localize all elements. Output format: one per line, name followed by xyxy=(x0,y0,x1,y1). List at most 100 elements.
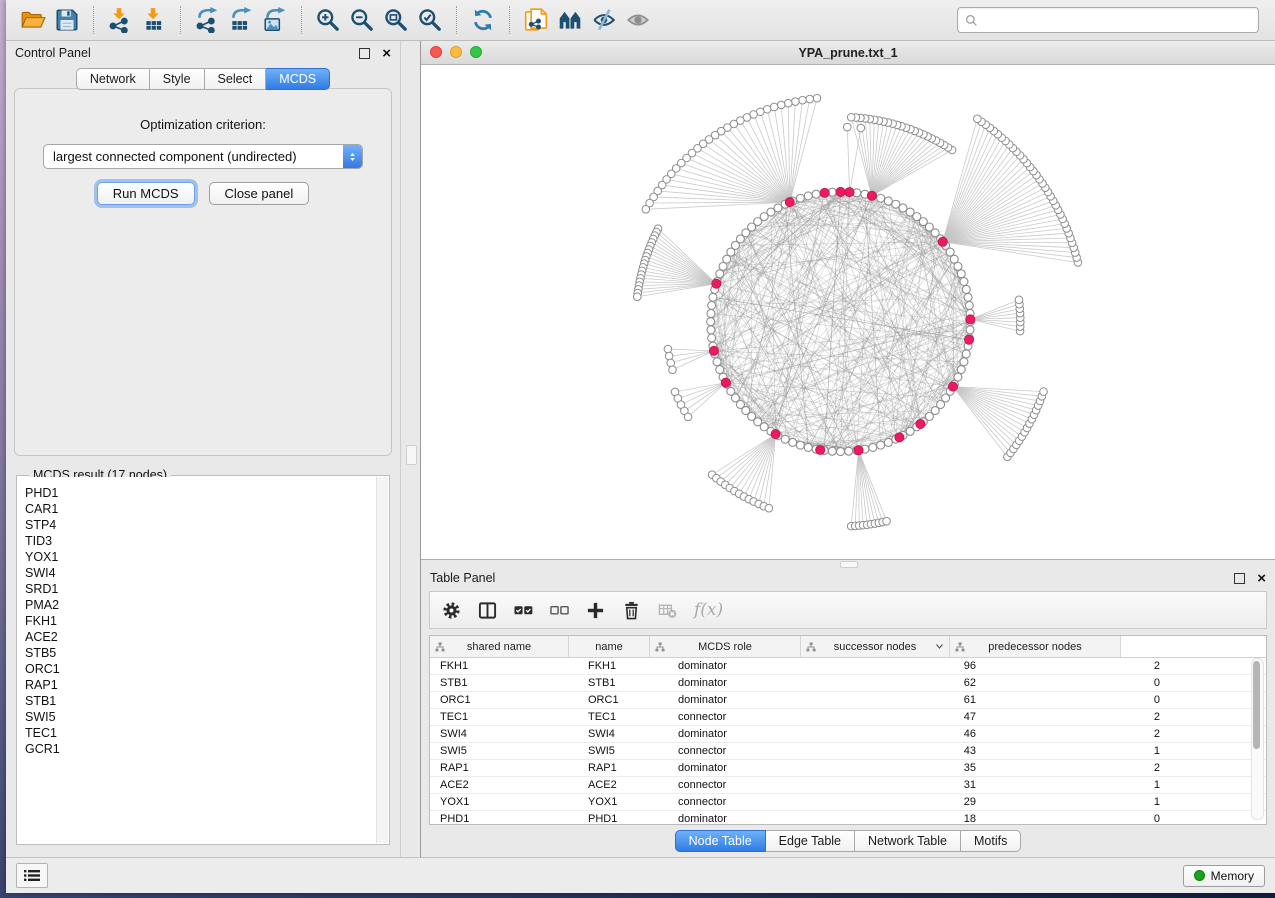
tab-select[interactable]: Select xyxy=(205,68,267,90)
scrollbar-thumb[interactable] xyxy=(1253,661,1260,749)
table-cell[interactable]: SWI4 xyxy=(430,726,578,742)
table-cell[interactable]: 1 xyxy=(990,743,1174,759)
zoom-in-button[interactable] xyxy=(311,4,345,36)
table-cell[interactable]: 0 xyxy=(990,692,1174,708)
table-cell[interactable]: 47 xyxy=(828,709,990,725)
table-cell[interactable]: YOX1 xyxy=(430,794,578,810)
column-header-shared-name[interactable]: shared name xyxy=(430,636,569,657)
refresh-button[interactable] xyxy=(466,4,500,36)
splitter-handle[interactable] xyxy=(406,445,417,465)
search-input[interactable] xyxy=(983,12,1252,28)
table-cell[interactable]: SWI5 xyxy=(578,743,668,759)
table-row[interactable]: FKH1FKH1dominator962 xyxy=(430,658,1266,675)
table-cell[interactable]: dominator xyxy=(668,658,828,674)
hide-selected-button[interactable] xyxy=(587,4,621,36)
horizontal-splitter[interactable] xyxy=(421,559,1275,567)
table-cell[interactable]: ACE2 xyxy=(578,777,668,793)
column-header-MCDS-role[interactable]: MCDS role xyxy=(650,636,801,657)
open-file-button[interactable] xyxy=(16,4,50,36)
table-cell[interactable]: TEC1 xyxy=(578,709,668,725)
table-cell[interactable]: ORC1 xyxy=(578,692,668,708)
table-cell[interactable]: connector xyxy=(668,794,828,810)
import-network-button[interactable] xyxy=(103,4,137,36)
table-row[interactable]: PHD1PHD1dominator180 xyxy=(430,811,1266,824)
tab-network-table[interactable]: Network Table xyxy=(855,830,961,852)
table-cell[interactable]: dominator xyxy=(668,692,828,708)
vertical-splitter[interactable] xyxy=(401,41,421,857)
table-cell[interactable]: PHD1 xyxy=(430,811,578,824)
columns-button[interactable] xyxy=(478,601,497,620)
network-graph[interactable] xyxy=(421,65,1275,559)
table-cell[interactable]: RAP1 xyxy=(578,760,668,776)
mcds-result-item[interactable]: ORC1 xyxy=(25,661,388,677)
table-row[interactable]: SWI4SWI4dominator462 xyxy=(430,726,1266,743)
table-cell[interactable]: 2 xyxy=(990,726,1174,742)
float-panel-icon[interactable] xyxy=(1234,573,1245,584)
tab-node-table[interactable]: Node Table xyxy=(675,830,766,852)
node-table[interactable]: shared namenameMCDS rolesuccessor nodesp… xyxy=(429,635,1267,825)
mcds-result-list[interactable]: PHD1CAR1STP4TID3YOX1SWI4SRD1PMA2FKH1ACE2… xyxy=(18,477,388,843)
table-cell[interactable]: 29 xyxy=(828,794,990,810)
mcds-result-item[interactable]: STP4 xyxy=(25,517,388,533)
table-scrollbar[interactable] xyxy=(1251,658,1264,820)
column-header-predecessor-nodes[interactable]: predecessor nodes xyxy=(950,636,1121,657)
mcds-result-item[interactable]: STB5 xyxy=(25,645,388,661)
table-cell[interactable]: 0 xyxy=(990,811,1174,824)
table-cell[interactable]: SWI5 xyxy=(430,743,578,759)
table-cell[interactable]: STB1 xyxy=(430,675,578,691)
export-image-button[interactable] xyxy=(258,4,292,36)
deselect-all-button[interactable] xyxy=(550,601,569,620)
table-cell[interactable]: connector xyxy=(668,777,828,793)
table-cell[interactable]: connector xyxy=(668,709,828,725)
table-cell[interactable]: STB1 xyxy=(578,675,668,691)
column-header-successor-nodes[interactable]: successor nodes xyxy=(801,636,950,657)
mcds-result-item[interactable]: TID3 xyxy=(25,533,388,549)
import-table-button[interactable] xyxy=(137,4,171,36)
table-row[interactable]: ORC1ORC1dominator610 xyxy=(430,692,1266,709)
run-mcds-button[interactable]: Run MCDS xyxy=(97,182,195,205)
network-canvas[interactable] xyxy=(421,65,1275,559)
mcds-result-item[interactable]: CAR1 xyxy=(25,501,388,517)
table-cell[interactable]: PHD1 xyxy=(578,811,668,824)
zoom-out-button[interactable] xyxy=(345,4,379,36)
memory-button[interactable]: Memory xyxy=(1183,865,1265,887)
mcds-result-item[interactable]: PHD1 xyxy=(25,485,388,501)
table-cell[interactable]: 31 xyxy=(828,777,990,793)
close-panel-icon[interactable]: × xyxy=(1257,571,1266,586)
tab-mcds[interactable]: MCDS xyxy=(266,68,330,90)
optimization-criterion-select[interactable]: largest connected component (undirected) xyxy=(43,144,363,169)
table-cell[interactable]: FKH1 xyxy=(578,658,668,674)
table-row[interactable]: YOX1YOX1connector291 xyxy=(430,794,1266,811)
table-cell[interactable]: 35 xyxy=(828,760,990,776)
table-cell[interactable]: dominator xyxy=(668,675,828,691)
window-maximize-icon[interactable] xyxy=(470,46,482,58)
close-panel-button[interactable]: Close panel xyxy=(209,182,310,205)
mcds-result-item[interactable]: GCR1 xyxy=(25,741,388,757)
table-row[interactable]: ACE2ACE2connector311 xyxy=(430,777,1266,794)
table-cell[interactable]: 2 xyxy=(990,760,1174,776)
result-scrollbar[interactable] xyxy=(376,477,388,843)
export-network-button[interactable] xyxy=(190,4,224,36)
mcds-result-item[interactable]: STB1 xyxy=(25,693,388,709)
table-cell[interactable]: FKH1 xyxy=(430,658,578,674)
window-close-icon[interactable] xyxy=(430,46,442,58)
table-row[interactable]: SWI5SWI5connector431 xyxy=(430,743,1266,760)
search-box[interactable] xyxy=(957,7,1259,33)
float-panel-icon[interactable] xyxy=(359,48,370,59)
table-cell[interactable]: SWI4 xyxy=(578,726,668,742)
table-cell[interactable]: 43 xyxy=(828,743,990,759)
table-cell[interactable]: 62 xyxy=(828,675,990,691)
mcds-result-item[interactable]: SWI4 xyxy=(25,565,388,581)
table-cell[interactable]: 1 xyxy=(990,794,1174,810)
clone-network-button[interactable] xyxy=(519,4,553,36)
first-neighbors-button[interactable] xyxy=(553,4,587,36)
table-row[interactable]: TEC1TEC1connector472 xyxy=(430,709,1266,726)
select-all-button[interactable] xyxy=(514,601,533,620)
table-cell[interactable]: 18 xyxy=(828,811,990,824)
table-cell[interactable]: dominator xyxy=(668,726,828,742)
table-cell[interactable]: dominator xyxy=(668,811,828,824)
close-panel-icon[interactable]: × xyxy=(382,46,391,61)
save-session-button[interactable] xyxy=(50,4,84,36)
mcds-result-item[interactable]: TEC1 xyxy=(25,725,388,741)
table-row[interactable]: RAP1RAP1dominator352 xyxy=(430,760,1266,777)
